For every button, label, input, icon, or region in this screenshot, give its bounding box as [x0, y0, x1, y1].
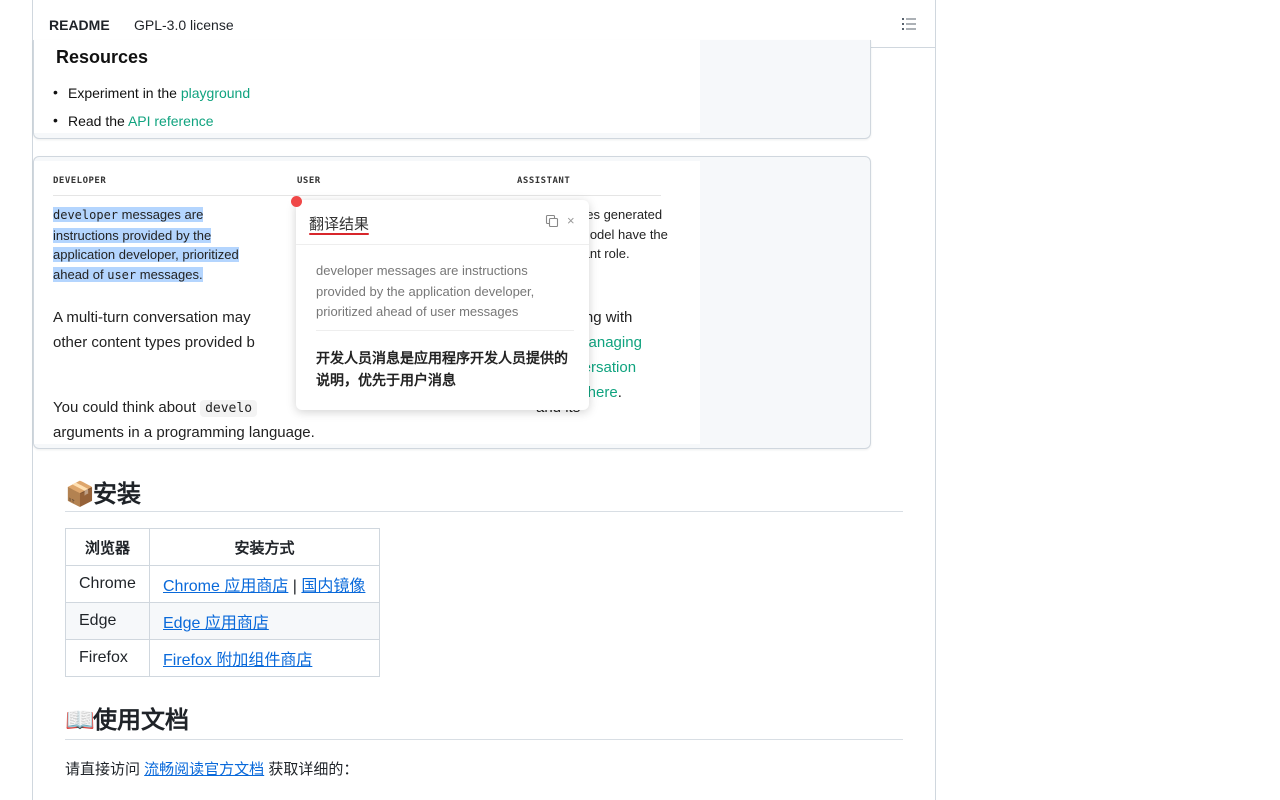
mirror-link[interactable]: 国内镜像 — [301, 578, 365, 595]
image-content: Resources Experiment in the playground R… — [34, 40, 700, 133]
assistant-line: ges generated — [579, 207, 663, 222]
popup-anchor-dot — [291, 196, 302, 207]
selected-text-end: messages. — [136, 266, 203, 282]
docs-suffix: 获取详细的： — [264, 761, 359, 778]
browser-cell: Firefox — [65, 639, 150, 677]
column-assistant: ASSISTANT — [517, 176, 571, 186]
resources-heading: Resources — [56, 47, 149, 67]
outline-button[interactable] — [895, 12, 923, 36]
column-developer: DEVELOPER — [53, 176, 107, 186]
assistant-line: tant role. — [579, 246, 630, 261]
table-row: Chrome Chrome 应用商店 | 国内镜像 — [65, 565, 380, 603]
heading-rule — [65, 739, 903, 740]
heading-rule — [65, 511, 903, 512]
close-icon[interactable]: × — [567, 213, 575, 228]
heading-text: 安装 — [93, 481, 141, 508]
browser-cell: Edge — [65, 602, 150, 640]
table-header-row: 浏览器 安装方式 — [65, 528, 380, 566]
para-text: arguments in a programming language. — [53, 424, 315, 441]
developer-description[interactable]: developer messages are instructions prov… — [53, 205, 258, 285]
table-row: Firefox Firefox 附加组件商店 — [65, 639, 380, 677]
install-cell: Edge 应用商店 — [149, 602, 380, 640]
browser-cell: Chrome — [65, 565, 150, 603]
resources-item-playground: Experiment in the playground — [53, 84, 250, 101]
code-developer-pill: develo — [200, 400, 258, 417]
install-cell: Chrome 应用商店 | 国内镜像 — [149, 565, 380, 603]
copy-icon — [545, 214, 559, 228]
api-reference-link[interactable]: API reference — [128, 113, 214, 129]
install-heading: 📦安装 — [65, 474, 141, 509]
separator: | — [288, 578, 302, 595]
readme-image-resources: Resources Experiment in the playground R… — [33, 40, 871, 139]
docs-paragraph: 请直接访问 流畅阅读官方文档 获取详细的： — [65, 758, 358, 779]
assistant-line: model have the — [579, 226, 668, 242]
para-text: other content types provided b — [53, 334, 255, 351]
install-cell: Firefox 附加组件商店 — [149, 639, 380, 677]
divider — [316, 330, 574, 331]
para-text: A multi-turn conversation may — [53, 309, 251, 326]
chrome-store-link[interactable]: Chrome 应用商店 — [163, 578, 288, 595]
table-row: Edge Edge 应用商店 — [65, 602, 380, 640]
item-text: Read the — [68, 113, 128, 129]
edge-store-link[interactable]: Edge 应用商店 — [163, 615, 269, 632]
item-text: Experiment in the — [68, 85, 181, 101]
copy-button[interactable] — [545, 214, 559, 228]
column-user: USER — [297, 176, 321, 186]
popup-title: 翻译结果 — [309, 216, 370, 233]
heading-text: 使用文档 — [93, 707, 189, 734]
column-divider — [53, 195, 661, 196]
install-table: 浏览器 安装方式 Chrome Chrome 应用商店 | 国内镜像 Edge … — [65, 528, 380, 677]
resources-item-api: Read the API reference — [53, 112, 214, 129]
book-icon: 📖 — [65, 707, 95, 734]
playground-link[interactable]: playground — [181, 85, 250, 101]
code-user: user — [107, 267, 137, 282]
official-docs-link[interactable]: 流畅阅读官方文档 — [144, 761, 264, 778]
divider — [296, 244, 589, 245]
docs-prefix: 请直接访问 — [65, 761, 145, 778]
list-icon — [902, 18, 916, 30]
para-text: You could think about — [53, 399, 201, 416]
assistant-description: ges generated model have the tant role. — [579, 205, 699, 264]
table-header: 安装方式 — [149, 528, 380, 566]
docs-heading: 📖使用文档 — [65, 700, 189, 735]
tab-license[interactable]: GPL-3.0 license — [134, 16, 234, 34]
firefox-store-link[interactable]: Firefox 附加组件商店 — [163, 652, 312, 669]
popup-source-text: developer messages are instructions prov… — [316, 263, 535, 319]
popup-translation-result: 开发人员消息是应用程序开发人员提供的说明，优先于用户消息 — [316, 350, 568, 388]
tab-readme[interactable]: README — [49, 16, 110, 34]
package-icon: 📦 — [65, 481, 95, 508]
table-header: 浏览器 — [65, 528, 150, 566]
popup-title-underline — [309, 233, 369, 235]
translation-popup: 翻译结果 × developer messages are instructio… — [296, 200, 589, 410]
code-developer: developer — [53, 208, 119, 222]
